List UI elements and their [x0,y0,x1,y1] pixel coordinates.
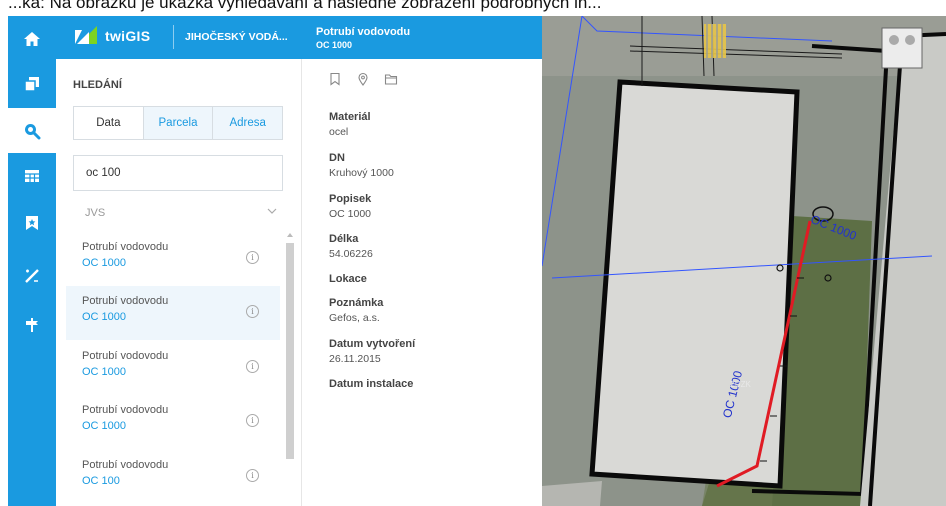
attr-material: Materiál ocel [329,111,371,138]
attr-lokace: Lokace [329,273,367,285]
result-name[interactable]: OC 1000 [82,257,126,269]
tab-parcela[interactable]: Parcela [143,107,214,139]
result-name[interactable]: OC 1000 [82,311,126,323]
scroll-up-arrow-icon[interactable] [287,233,293,237]
attr-key: Poznámka [329,297,384,309]
table-icon [25,169,39,182]
result-item[interactable]: Potrubí vodovodu OC 1000 i [66,286,280,340]
rail-search-button[interactable] [8,108,56,153]
search-icon [25,123,41,139]
attr-key: Lokace [329,273,367,285]
attr-key: Materiál [329,111,371,123]
bookmark-outline-icon[interactable] [328,72,342,86]
info-icon[interactable]: i [246,469,259,482]
result-item[interactable]: Potrubí vodovodu OC 100 i [66,450,280,504]
detail-actions [328,72,398,86]
result-type: Potrubí vodovodu [82,295,169,307]
organization-name[interactable]: JIHOČESKÝ VODÁ... [185,31,288,43]
result-name[interactable]: OC 1000 [82,366,126,378]
attr-popisek: Popisek OC 1000 [329,193,371,220]
result-name[interactable]: OC 100 [82,475,120,487]
home-icon [24,31,40,46]
result-item[interactable]: Potrubí vodovodu OC 1000 i [66,232,280,286]
bookmark-icon [26,215,38,230]
chevron-down-icon [267,208,277,214]
rail-bookmarks-button[interactable] [8,200,56,245]
attr-value: Kruhový 1000 [329,167,394,179]
attr-value: 26.11.2015 [329,353,381,365]
pin-icon [26,317,38,332]
results-scrollbar[interactable] [284,231,296,506]
detail-subtitle: OC 1000 [316,40,353,50]
rail-location-button[interactable] [8,302,56,347]
tab-data[interactable]: Data [74,107,144,139]
attr-value: Gefos, a.s. [329,312,380,324]
attr-key: Popisek [329,193,372,205]
attr-datum-instalace: Datum instalace [329,378,413,390]
result-type: Potrubí vodovodu [82,404,169,416]
caption-text: ...ka: Na obrázku je ukázka vyhledávání … [8,0,602,12]
info-icon[interactable]: i [246,360,259,373]
caption-strip: ...ka: Na obrázku je ukázka vyhledávání … [0,0,946,16]
scroll-thumb[interactable] [286,243,294,459]
header-divider [173,25,174,49]
left-rail [8,16,56,506]
layer-select[interactable]: JVS [73,197,283,227]
detail-panel: Materiál ocel DN Kruhový 1000 Popisek OC… [302,59,542,506]
rail-home-button[interactable] [8,16,56,61]
attr-value: 54.06226 [329,248,373,260]
search-panel-title: HLEDÁNÍ [73,79,122,91]
location-pin-icon[interactable] [356,72,370,86]
attr-dn: DN Kruhový 1000 [329,152,394,179]
attr-value: ocel [329,126,349,138]
attr-key: Datum instalace [329,378,414,390]
twigis-logo-icon [75,26,97,44]
attr-poznamka: Poznámka Gefos, a.s. [329,297,383,324]
info-icon[interactable]: i [246,251,259,264]
info-icon[interactable]: i [246,414,259,427]
app-header: twiGIS JIHOČESKÝ VODÁ... [56,16,302,59]
rail-table-button[interactable] [8,153,56,198]
result-type: Potrubí vodovodu [82,459,169,471]
measure-icon [25,268,39,283]
attr-value: OC 1000 [329,208,372,220]
folder-icon[interactable] [384,72,398,86]
attr-key: Délka [329,233,359,245]
detail-header: Potrubí vodovodu OC 1000 [302,16,575,59]
app-logo-text: twiGIS [105,28,151,44]
search-panel: HLEDÁNÍ Data Parcela Adresa JVS Potrubí … [56,59,302,506]
layer-select-value: JVS [85,207,106,219]
map-view[interactable]: OC 1000 OC 1000 ZÚZK [542,16,946,506]
result-type: Potrubí vodovodu [82,350,169,362]
search-input[interactable] [73,155,283,191]
attr-delka: Délka 54.06226 [329,233,373,260]
result-type: Potrubí vodovodu [82,241,169,253]
rail-layers-button[interactable] [8,61,56,106]
result-item[interactable]: Potrubí vodovodu OC 1000 i [66,395,280,449]
layers-icon [24,76,39,92]
detail-title: Potrubí vodovodu [316,26,411,38]
parcel-label: ZÚZK [730,380,751,389]
tab-adresa[interactable]: Adresa [213,107,283,139]
attr-key: Datum vytvoření [329,338,416,350]
info-icon[interactable]: i [246,305,259,318]
search-results-list: Potrubí vodovodu OC 1000 i Potrubí vodov… [66,232,290,506]
attr-datum-vytvoreni: Datum vytvoření 26.11.2015 [329,338,415,365]
search-tabs: Data Parcela Adresa [73,106,283,140]
attr-key: DN [329,152,345,164]
result-name[interactable]: OC 1000 [82,420,126,432]
result-item[interactable]: Potrubí vodovodu OC 1000 i [66,341,280,395]
rail-measure-button[interactable] [8,253,56,298]
map-canvas[interactable] [542,16,946,506]
